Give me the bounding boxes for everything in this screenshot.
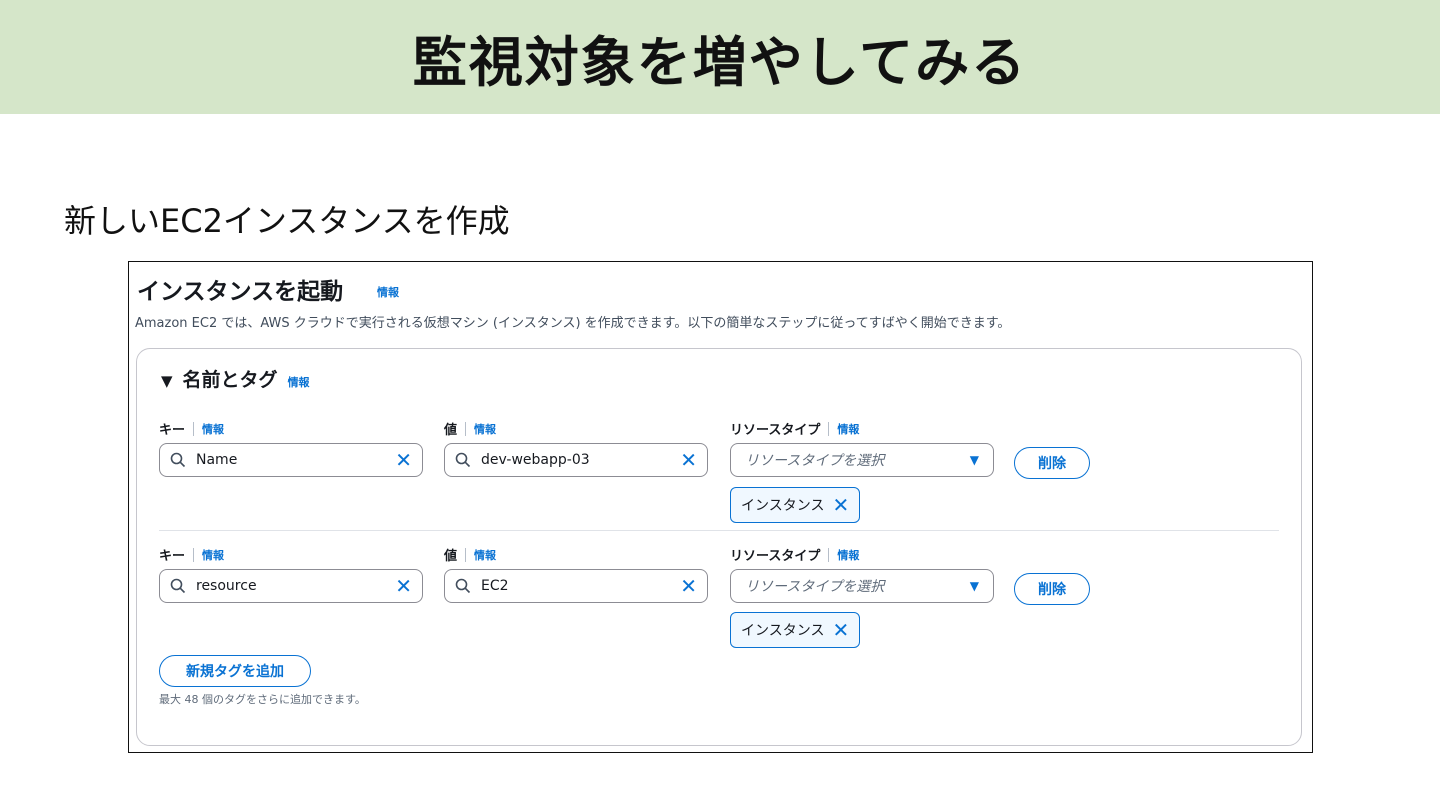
token-label: インスタンス <box>741 498 825 514</box>
value-label-text: 値 <box>444 549 458 564</box>
resource-type-label-text: リソースタイプ <box>730 423 821 438</box>
search-icon <box>455 452 471 468</box>
value-label: 値 情報 <box>444 545 496 564</box>
launch-info-link[interactable]: 情報 <box>377 284 399 300</box>
panel-title: 名前とタグ <box>182 369 278 391</box>
key-label-text: キー <box>159 423 186 438</box>
resource-type-placeholder: リソースタイプを選択 <box>745 453 885 469</box>
search-icon <box>170 578 186 594</box>
tag-key-value: resource <box>196 578 257 594</box>
resource-type-label: リソースタイプ 情報 <box>730 419 859 438</box>
close-icon[interactable]: ✕ <box>680 576 697 596</box>
close-icon[interactable]: ✕ <box>395 576 412 596</box>
console-screenshot: インスタンスを起動 情報 Amazon EC2 では、AWS クラウドで実行され… <box>128 261 1313 753</box>
add-new-tag-button[interactable]: 新規タグを追加 <box>159 655 311 687</box>
slide-title: 監視対象を増やしてみる <box>412 30 1028 94</box>
launch-instance-title: インスタンスを起動 <box>137 279 344 305</box>
tag-value-value: dev-webapp-03 <box>481 452 590 468</box>
tag-key-value: Name <box>196 452 238 468</box>
resource-type-select[interactable]: リソースタイプを選択 ▼ <box>730 443 994 477</box>
tag-limit-hint: 最大 48 個のタグをさらに追加できます。 <box>159 693 366 706</box>
launch-description: Amazon EC2 では、AWS クラウドで実行される仮想マシン (インスタン… <box>135 316 1011 331</box>
key-label: キー 情報 <box>159 545 224 564</box>
resource-type-info-link[interactable]: 情報 <box>837 547 859 563</box>
token-label: インスタンス <box>741 623 825 639</box>
value-info-link[interactable]: 情報 <box>474 421 496 437</box>
key-label: キー 情報 <box>159 419 224 438</box>
search-icon <box>170 452 186 468</box>
caret-down-icon: ▼ <box>969 579 979 593</box>
tag-key-input[interactable]: Name ✕ <box>159 443 423 477</box>
key-info-link[interactable]: 情報 <box>202 421 224 437</box>
value-label: 値 情報 <box>444 419 496 438</box>
resource-token: インスタンス ✕ <box>730 612 861 648</box>
remove-tag-button[interactable]: 削除 <box>1014 573 1090 605</box>
key-info-link[interactable]: 情報 <box>202 547 224 563</box>
resource-type-select[interactable]: リソースタイプを選択 ▼ <box>730 569 994 603</box>
close-icon[interactable]: ✕ <box>680 450 697 470</box>
resource-type-placeholder: リソースタイプを選択 <box>745 579 885 595</box>
caret-down-icon: ▼ <box>969 453 979 467</box>
tag-value-input[interactable]: dev-webapp-03 ✕ <box>444 443 708 477</box>
name-and-tags-panel: ▼ 名前とタグ 情報 キー 情報 値情報 リソースタイプ 情報 Name ✕ dev… <box>136 348 1302 746</box>
panel-info-link[interactable]: 情報 <box>288 374 310 390</box>
resource-type-label-text: リソースタイプ <box>730 549 821 564</box>
close-icon[interactable]: ✕ <box>832 620 849 640</box>
key-label-text: キー <box>159 549 186 564</box>
tag-value-value: EC2 <box>481 578 509 594</box>
tag-value-input[interactable]: EC2 ✕ <box>444 569 708 603</box>
title-banner: 監視対象を増やしてみる <box>0 0 1440 114</box>
row-divider <box>159 530 1279 531</box>
resource-type-label: リソースタイプ 情報 <box>730 545 859 564</box>
collapse-caret-icon[interactable]: ▼ <box>161 372 173 390</box>
panel-header[interactable]: ▼ 名前とタグ 情報 <box>161 365 310 392</box>
remove-tag-button[interactable]: 削除 <box>1014 447 1090 479</box>
close-icon[interactable]: ✕ <box>832 495 849 515</box>
resource-token: インスタンス ✕ <box>730 487 861 523</box>
slide-subtitle: 新しいEC2インスタンスを作成 <box>64 202 510 240</box>
tag-key-input[interactable]: resource ✕ <box>159 569 423 603</box>
search-icon <box>455 578 471 594</box>
resource-type-info-link[interactable]: 情報 <box>837 421 859 437</box>
value-info-link[interactable]: 情報 <box>474 547 496 563</box>
close-icon[interactable]: ✕ <box>395 450 412 470</box>
value-label-text: 値 <box>444 423 458 438</box>
